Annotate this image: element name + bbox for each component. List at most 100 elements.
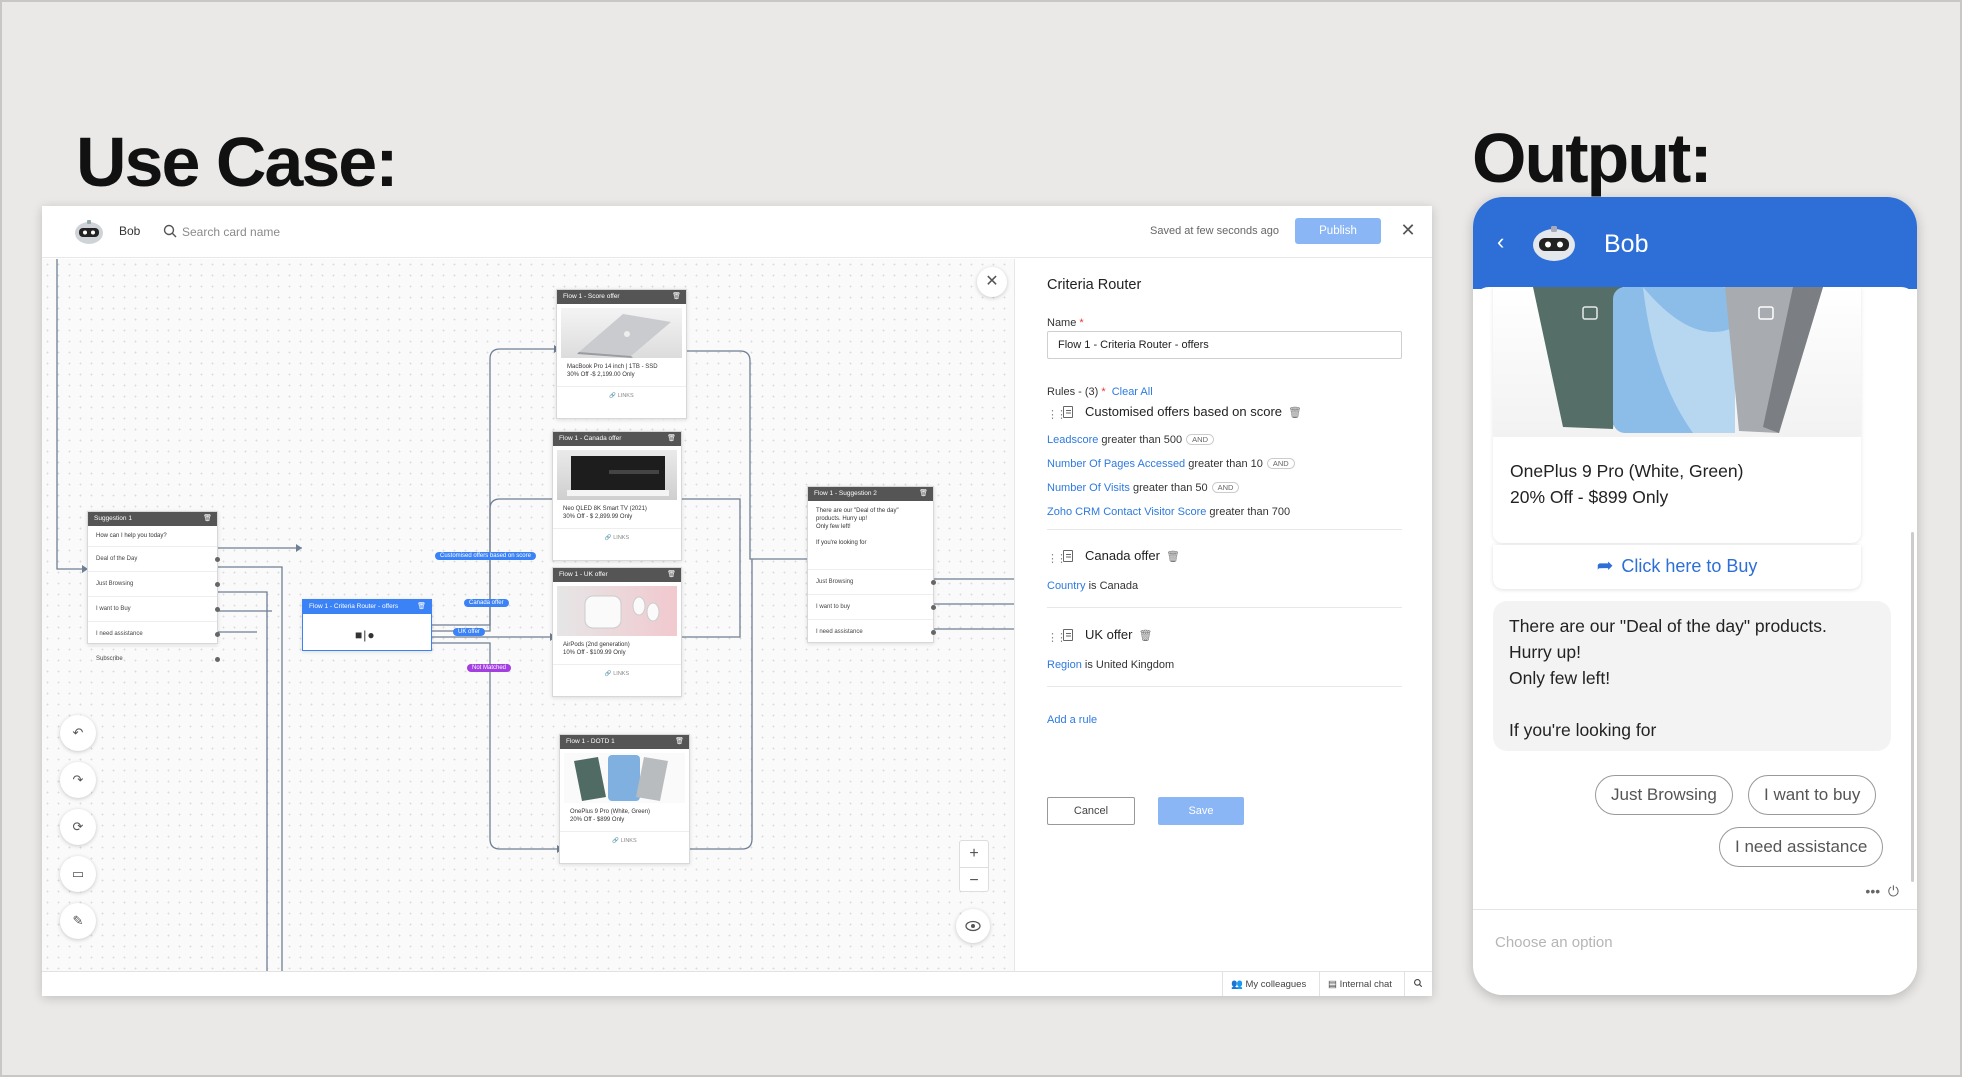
condition-field[interactable]: Country: [1047, 580, 1086, 592]
my-colleagues-button[interactable]: 👥 My colleagues: [1222, 972, 1314, 996]
dotd-card[interactable]: Flow 1 - DOTD 1 🗑 OnePlus 9 Pro (White, G…: [559, 734, 690, 864]
click-to-buy-button[interactable]: ➦ Click here to Buy: [1493, 545, 1861, 589]
rule-item[interactable]: ⋮⋮ UK offer 🗑 Region is United Kingdom: [1047, 625, 1402, 673]
internal-chat-button[interactable]: ▤ Internal chat: [1319, 972, 1400, 996]
card-links[interactable]: 🔗 LINKS: [557, 386, 686, 404]
connector-dot[interactable]: [931, 630, 936, 635]
suggestion-option[interactable]: Deal of the Day: [88, 546, 220, 571]
chat-scrollbar[interactable]: [1911, 532, 1914, 882]
eye-icon: [965, 920, 981, 932]
undo-icon: ↶: [72, 725, 84, 740]
rule-item[interactable]: ⋮⋮ Customised offers based on score 🗑 Lead…: [1047, 402, 1402, 520]
condition-field[interactable]: Region: [1047, 659, 1082, 671]
delete-card-icon[interactable]: 🗑: [203, 512, 212, 526]
pin-button[interactable]: ✎: [60, 903, 96, 939]
add-rule-link[interactable]: Add a rule: [1047, 714, 1097, 726]
delete-rule-icon[interactable]: 🗑: [1166, 551, 1180, 563]
suggestion-option[interactable]: Just Browsing: [88, 571, 220, 596]
option-label: I need assistance: [816, 629, 863, 635]
redo-button[interactable]: ↷: [60, 762, 96, 798]
redo-icon: ↷: [72, 772, 84, 787]
zoom-out-button[interactable]: −: [960, 867, 988, 893]
router-name-input[interactable]: [1047, 331, 1402, 359]
clear-all-link[interactable]: Clear All: [1112, 386, 1153, 398]
card-links[interactable]: 🔗 LINKS: [553, 664, 681, 682]
bot-builder-window: Bob Saved at few seconds ago Publish ✕: [42, 206, 1432, 996]
canada-offer-card[interactable]: Flow 1 - Canada offer 🗑 Neo QLED 8K Smart…: [552, 431, 682, 561]
card-links[interactable]: 🔗 LINKS: [553, 528, 681, 546]
connector-dot[interactable]: [215, 657, 220, 662]
people-icon: 👥: [1231, 979, 1243, 990]
cancel-button[interactable]: Cancel: [1047, 797, 1135, 825]
card-links[interactable]: 🔗 LINKS: [560, 831, 689, 849]
chat-option-input[interactable]: [1495, 930, 1875, 954]
route-tag-uk[interactable]: UK offer: [453, 628, 485, 636]
connector-dot[interactable]: [215, 607, 220, 612]
flow-canvas[interactable]: Suggestion 1 🗑 How can I help you today? …: [42, 259, 1014, 971]
document-icon: [1063, 629, 1073, 641]
connector-dot[interactable]: [215, 582, 220, 587]
refresh-button[interactable]: ⟳: [60, 809, 96, 845]
condition-field[interactable]: Zoho CRM Contact Visitor Score: [1047, 506, 1206, 518]
suggestion-1-card[interactable]: Suggestion 1 🗑 How can I help you today? …: [87, 511, 220, 662]
suggestion-option[interactable]: I need assistance: [88, 621, 220, 646]
suggestion-option[interactable]: I want to Buy: [88, 596, 220, 621]
close-panel-button[interactable]: ✕: [977, 267, 1007, 297]
rules-label: Rules - (3) * Clear All: [1047, 386, 1153, 398]
score-offer-card[interactable]: Flow 1 - Score offer 🗑 MacBook Pro 14 inc…: [556, 289, 687, 419]
more-options-icon[interactable]: •••: [1865, 883, 1880, 899]
undo-button[interactable]: ↶: [60, 715, 96, 751]
option-label: I want to buy: [816, 604, 851, 610]
preview-button[interactable]: ▭: [60, 856, 96, 892]
chat-messages[interactable]: OnePlus 9 Pro (White, Green) 20% Off - $…: [1473, 287, 1917, 907]
suggestion-option[interactable]: I need assistance: [808, 619, 936, 644]
output-heading: Output:: [1472, 119, 1713, 197]
route-tag-not-matched[interactable]: Not Matched: [467, 664, 512, 672]
uk-offer-card[interactable]: Flow 1 - UK offer 🗑 AirPods (2nd generati…: [552, 567, 682, 697]
delete-card-icon[interactable]: 🗑: [672, 290, 681, 304]
search-card-input[interactable]: [182, 220, 402, 244]
save-button[interactable]: Save: [1158, 797, 1244, 825]
criteria-router-card[interactable]: Flow 1 - Criteria Router - offers 🗑 ■|●: [302, 599, 432, 651]
bottom-search-button[interactable]: [1404, 972, 1431, 996]
card-title: Suggestion 1: [94, 515, 132, 522]
back-arrow-icon[interactable]: ‹: [1497, 229, 1504, 255]
delete-card-icon[interactable]: 🗑: [667, 432, 676, 446]
close-builder-button[interactable]: ✕: [1398, 220, 1418, 240]
route-tag-canada[interactable]: Canada offer: [464, 599, 509, 607]
chip-just-browsing[interactable]: Just Browsing: [1595, 775, 1733, 815]
condition-field[interactable]: Leadscore: [1047, 434, 1098, 446]
chip-want-to-buy[interactable]: I want to buy: [1748, 775, 1877, 815]
publish-button[interactable]: Publish: [1295, 218, 1381, 244]
preview-eye-button[interactable]: [956, 909, 990, 943]
route-tag-score[interactable]: Customised offers based on score: [435, 552, 536, 560]
power-icon[interactable]: ⏻: [1888, 883, 1899, 899]
delete-card-icon[interactable]: 🗑: [919, 487, 928, 501]
option-label: Just Browsing: [96, 581, 134, 587]
share-arrow-icon: ➦: [1596, 555, 1614, 577]
name-label: Name *: [1047, 317, 1084, 329]
delete-card-icon[interactable]: 🗑: [675, 735, 684, 749]
connector-dot[interactable]: [931, 605, 936, 610]
connector-dot[interactable]: [215, 632, 220, 637]
chat-tools: ••• ⏻: [1865, 883, 1899, 900]
delete-rule-icon[interactable]: 🗑: [1288, 407, 1302, 419]
condition-field[interactable]: Number Of Visits: [1047, 482, 1130, 494]
suggestion-option[interactable]: Just Browsing: [808, 569, 936, 594]
condition-field[interactable]: Number Of Pages Accessed: [1047, 458, 1185, 470]
airpods-image: [557, 586, 677, 636]
delete-card-icon[interactable]: 🗑: [417, 600, 426, 614]
rule-item[interactable]: ⋮⋮ Canada offer 🗑 Country is Canada: [1047, 546, 1402, 594]
suggestion-2-card[interactable]: Flow 1 - Suggestion 2 🗑 There are our "De…: [807, 486, 936, 644]
delete-card-icon[interactable]: 🗑: [667, 568, 676, 582]
delete-rule-icon[interactable]: 🗑: [1138, 630, 1152, 642]
connector-dot[interactable]: [931, 580, 936, 585]
chip-need-assistance[interactable]: I need assistance: [1719, 827, 1884, 867]
suggestion-option[interactable]: I want to buy: [808, 594, 936, 619]
suggestion-option[interactable]: Subscribe: [88, 646, 220, 671]
divider: [1047, 529, 1402, 530]
zoom-in-button[interactable]: +: [960, 841, 988, 867]
refresh-icon: ⟳: [72, 819, 84, 834]
connector-dot[interactable]: [215, 557, 220, 562]
document-icon: [1063, 406, 1073, 418]
